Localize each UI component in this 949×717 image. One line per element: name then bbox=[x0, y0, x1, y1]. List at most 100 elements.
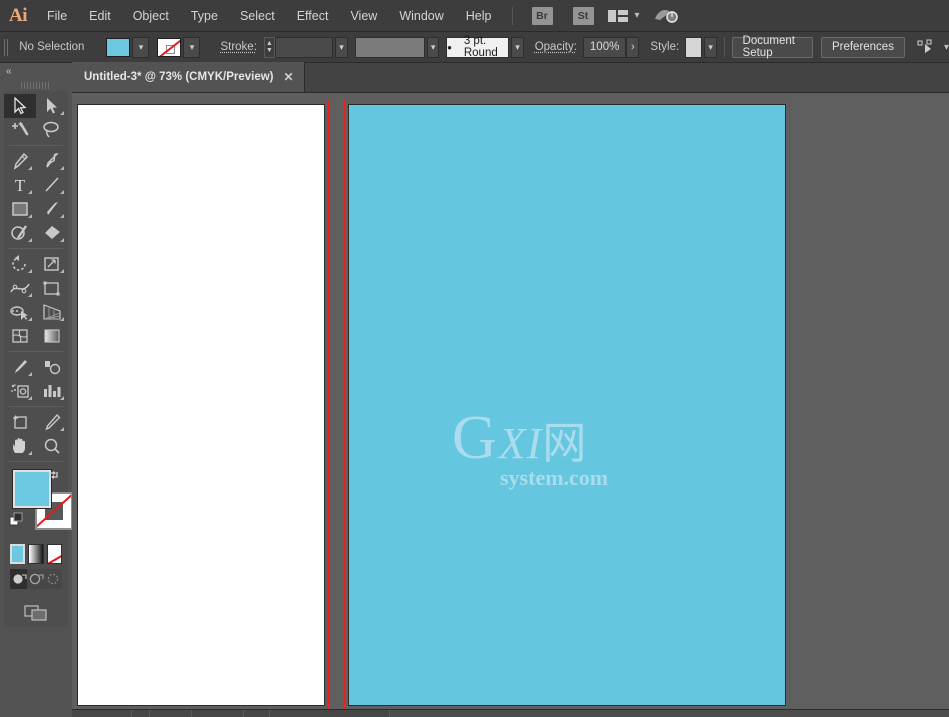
control-bar-grip[interactable] bbox=[4, 38, 11, 56]
close-icon[interactable]: ✕ bbox=[284, 70, 294, 84]
curvature-tool[interactable] bbox=[36, 149, 68, 173]
change-screen-mode-button[interactable] bbox=[4, 599, 68, 627]
eraser-tool[interactable] bbox=[36, 221, 68, 245]
scale-tool[interactable] bbox=[36, 252, 68, 276]
opacity-input[interactable]: 100% bbox=[582, 36, 627, 58]
tools-panel-grip[interactable] bbox=[0, 79, 72, 91]
paintbrush-tool[interactable] bbox=[36, 197, 68, 221]
workspace-switcher-icon[interactable]: ▾ bbox=[607, 9, 640, 23]
style-label: Style: bbox=[650, 41, 680, 53]
color-mode-button[interactable] bbox=[10, 544, 26, 564]
direct-selection-tool[interactable] bbox=[36, 94, 68, 118]
swap-fill-stroke-icon[interactable] bbox=[47, 468, 61, 487]
pen-tool[interactable] bbox=[4, 149, 36, 173]
rotate-tool[interactable] bbox=[4, 252, 36, 276]
menu-type[interactable]: Type bbox=[180, 0, 229, 32]
menu-view[interactable]: View bbox=[339, 0, 388, 32]
tools-panel-body: T bbox=[4, 91, 73, 627]
gradient-tool[interactable] bbox=[36, 324, 68, 348]
app-logo-icon: Ai bbox=[9, 4, 28, 26]
none-mode-button[interactable] bbox=[46, 544, 62, 564]
align-to-selection-icon[interactable]: ▾ bbox=[917, 39, 949, 55]
brush-definition-dropdown[interactable]: ▾ bbox=[511, 36, 524, 58]
menu-window[interactable]: Window bbox=[388, 0, 454, 32]
document-tab[interactable]: Untitled-3* @ 73% (CMYK/Preview) ✕ bbox=[72, 62, 305, 92]
perspective-grid-tool[interactable] bbox=[36, 300, 68, 324]
artboard-right-cyan[interactable] bbox=[348, 104, 786, 706]
stroke-swatch-dropdown[interactable]: ▾ bbox=[183, 36, 201, 58]
gradient-mode-button[interactable] bbox=[28, 544, 44, 564]
tool-group-artboard bbox=[4, 410, 68, 458]
status-zoom-dropdown[interactable] bbox=[132, 710, 150, 717]
status-artboard-field[interactable] bbox=[192, 710, 244, 717]
shaper-tool[interactable] bbox=[4, 221, 36, 245]
menu-help[interactable]: Help bbox=[455, 0, 503, 32]
magic-wand-tool[interactable] bbox=[4, 118, 36, 142]
artboard-tool[interactable] bbox=[4, 410, 36, 434]
status-artboard-nav[interactable] bbox=[150, 710, 192, 717]
rectangle-tool[interactable] bbox=[4, 197, 36, 221]
menu-edit[interactable]: Edit bbox=[78, 0, 122, 32]
fill-swatch[interactable] bbox=[106, 37, 131, 57]
menu-object[interactable]: Object bbox=[122, 0, 180, 32]
graphic-style-dropdown[interactable]: ▾ bbox=[704, 36, 717, 58]
graphic-style-swatch[interactable] bbox=[685, 36, 703, 58]
symbol-sprayer-tool[interactable] bbox=[4, 379, 36, 403]
status-artboard-next[interactable] bbox=[244, 710, 270, 717]
selection-tool[interactable] bbox=[4, 94, 36, 118]
tool-group-selection bbox=[4, 94, 68, 142]
blend-tool[interactable] bbox=[36, 355, 68, 379]
type-tool[interactable]: T bbox=[4, 173, 36, 197]
zoom-tool[interactable] bbox=[36, 434, 68, 458]
default-fill-stroke-icon[interactable] bbox=[9, 512, 25, 533]
document-setup-button[interactable]: Document Setup bbox=[731, 35, 813, 59]
lasso-tool[interactable] bbox=[36, 118, 68, 142]
stroke-swatch[interactable] bbox=[157, 37, 182, 57]
free-transform-tool[interactable] bbox=[36, 276, 68, 300]
variable-width-dropdown[interactable]: ▾ bbox=[426, 36, 440, 58]
stroke-weight-dropdown[interactable]: ▾ bbox=[335, 36, 348, 58]
fill-swatch-dropdown[interactable]: ▾ bbox=[132, 36, 150, 58]
width-tool[interactable] bbox=[4, 276, 36, 300]
menu-select[interactable]: Select bbox=[229, 0, 286, 32]
draw-behind-button[interactable] bbox=[27, 569, 44, 589]
hand-tool[interactable] bbox=[4, 434, 36, 458]
tools-panel: « T bbox=[0, 63, 73, 717]
document-tab-bar: Untitled-3* @ 73% (CMYK/Preview) ✕ bbox=[72, 62, 949, 93]
stroke-weight-stepper[interactable]: ▲ ▼ bbox=[263, 36, 275, 58]
status-zoom-field[interactable] bbox=[72, 710, 132, 717]
brush-definition-value: 3 pt. Round bbox=[463, 35, 498, 59]
slice-tool[interactable] bbox=[36, 410, 68, 434]
line-segment-tool[interactable] bbox=[36, 173, 68, 197]
fill-color-swatch[interactable] bbox=[12, 469, 52, 509]
tool-separator bbox=[9, 351, 63, 352]
bridge-icon[interactable]: Br bbox=[531, 6, 553, 25]
artboard-left-white-wrapper[interactable] bbox=[73, 99, 329, 711]
draw-normal-button[interactable] bbox=[10, 569, 28, 589]
creative-cloud-sync-icon[interactable] bbox=[654, 7, 680, 25]
opacity-panel-button[interactable]: › bbox=[626, 36, 640, 58]
tool-group-transform bbox=[4, 252, 68, 348]
menu-file[interactable]: File bbox=[36, 0, 78, 32]
artboard-right-cyan-wrapper[interactable] bbox=[344, 99, 790, 711]
eyedropper-tool[interactable] bbox=[4, 355, 36, 379]
stroke-weight-input[interactable] bbox=[274, 36, 334, 58]
draw-inside-button[interactable] bbox=[45, 569, 62, 589]
mesh-tool[interactable] bbox=[4, 324, 36, 348]
status-info-field[interactable] bbox=[270, 710, 390, 717]
chevron-down-icon[interactable]: ▾ bbox=[635, 10, 640, 21]
shape-builder-tool[interactable] bbox=[4, 300, 36, 324]
variable-width-profile-input[interactable] bbox=[354, 36, 425, 58]
brush-definition-field[interactable]: • 3 pt. Round bbox=[446, 35, 510, 59]
artboard-left-white[interactable] bbox=[77, 104, 325, 706]
column-graph-tool[interactable] bbox=[36, 379, 68, 403]
document-tab-title: Untitled-3* @ 73% (CMYK/Preview) bbox=[84, 71, 274, 83]
align-chevron-down-icon[interactable]: ▾ bbox=[944, 42, 949, 53]
illustrator-window: Ai File Edit Object Type Select Effect V… bbox=[0, 0, 949, 717]
canvas-area[interactable]: G XI 网 system.com bbox=[72, 93, 949, 717]
preferences-button[interactable]: Preferences bbox=[820, 36, 905, 58]
menu-effect[interactable]: Effect bbox=[286, 0, 340, 32]
stock-icon[interactable]: St bbox=[572, 6, 594, 25]
tools-panel-collapse-button[interactable]: « bbox=[0, 63, 72, 79]
stroke-label: Stroke: bbox=[220, 41, 257, 53]
